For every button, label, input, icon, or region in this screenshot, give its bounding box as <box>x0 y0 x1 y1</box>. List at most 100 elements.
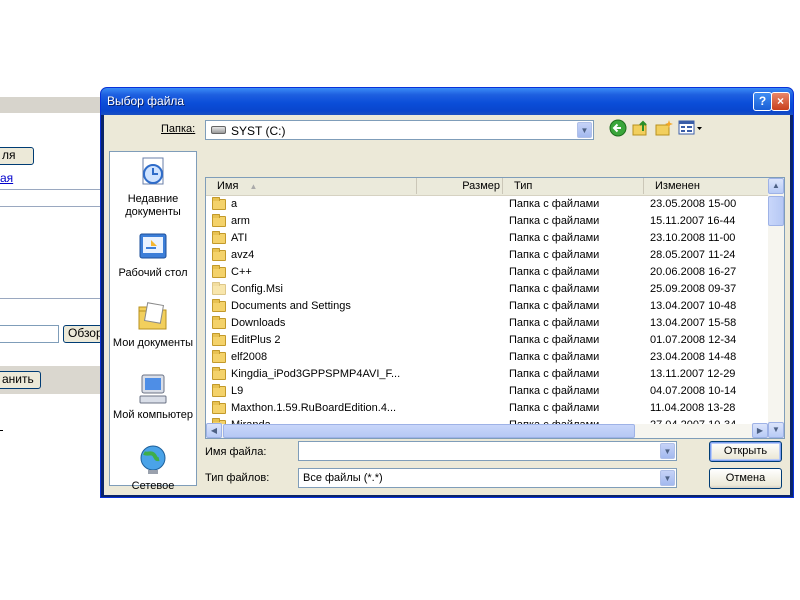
list-item[interactable]: elf2008 Папка с файлами 23.04.2008 14-48 <box>206 349 768 366</box>
scroll-right-icon[interactable]: ▶ <box>752 423 768 438</box>
dialog-title: Выбор файла <box>107 94 185 108</box>
column-header-modified[interactable]: Изменен <box>644 178 768 194</box>
place-my-computer[interactable]: Мой компьютер <box>110 372 196 422</box>
background-divider <box>0 206 101 207</box>
scroll-left-icon[interactable]: ◀ <box>206 423 222 438</box>
column-header-type[interactable]: Тип <box>503 178 644 194</box>
file-modified: 23.04.2008 14-48 <box>650 351 737 363</box>
up-folder-icon[interactable] <box>631 119 651 139</box>
close-button[interactable]: × <box>771 92 790 111</box>
folder-icon <box>212 265 226 278</box>
file-name: L9 <box>231 385 244 397</box>
file-name: elf2008 <box>231 351 268 363</box>
column-header-name-label: Имя <box>217 180 239 192</box>
file-name: Documents and Settings <box>231 300 351 312</box>
folder-combo[interactable]: SYST (C:) ▼ <box>205 120 594 140</box>
background-browse-button[interactable]: Обзор <box>63 325 103 343</box>
column-header-modified-label: Изменен <box>655 180 700 192</box>
filetype-label-text: Тип файлов: <box>205 472 270 484</box>
filename-label: Имя файла: <box>205 446 266 458</box>
file-type: Папка с файлами <box>509 402 600 414</box>
recent-documents-icon <box>136 156 170 190</box>
folder-icon <box>212 367 226 380</box>
scroll-up-icon[interactable]: ▲ <box>768 178 784 194</box>
chevron-down-icon[interactable]: ▼ <box>577 122 592 138</box>
place-label: Сетевое <box>131 480 175 492</box>
file-modified: 13.11.2007 12-29 <box>650 368 736 380</box>
background-button[interactable]: ля <box>0 147 34 165</box>
dialog-title-bar[interactable]: Выбор файла ? × <box>101 88 793 115</box>
file-modified: 25.09.2008 09-37 <box>650 283 737 295</box>
list-item[interactable]: C++ Папка с файлами 20.06.2008 16-27 <box>206 264 768 281</box>
back-icon[interactable] <box>608 119 628 139</box>
filename-combo[interactable]: ▼ <box>298 441 677 461</box>
list-item[interactable]: Kingdia_iPod3GPPSPMP4AVI_F... Папка с фай… <box>206 366 768 383</box>
file-name: Downloads <box>231 317 286 329</box>
list-item[interactable]: Documents and Settings Папка с файлами 13.… <box>206 298 768 315</box>
list-item[interactable]: Maxthon.1.59.RuBoardEdition.4... Папка с … <box>206 400 768 417</box>
file-type: Папка с файлами <box>509 351 600 363</box>
place-label: Мои документы <box>112 337 194 349</box>
current-folder: SYST (C:) <box>231 124 286 138</box>
file-name: arm <box>231 215 250 227</box>
chevron-down-icon[interactable]: ▼ <box>660 443 675 459</box>
view-menu-icon[interactable] <box>678 119 704 139</box>
place-recent[interactable]: Недавние документы <box>110 156 196 219</box>
file-type: Папка с файлами <box>509 334 600 346</box>
scroll-down-icon[interactable]: ▼ <box>768 422 784 438</box>
place-label: Мой компьютер <box>112 409 194 421</box>
file-modified: 23.10.2008 11-00 <box>650 232 736 244</box>
place-label: Рабочий стол <box>118 267 188 279</box>
background-link[interactable]: ая <box>0 171 13 185</box>
file-type: Папка с файлами <box>509 300 600 312</box>
column-header-type-label: Тип <box>514 180 533 192</box>
column-header-size[interactable]: Размер <box>417 178 503 194</box>
file-name: Maxthon.1.59.RuBoardEdition.4... <box>231 402 397 414</box>
horizontal-scroll-thumb[interactable] <box>223 424 635 438</box>
list-item[interactable]: Downloads Папка с файлами 13.04.2007 15-58 <box>206 315 768 332</box>
column-header-size-label: Размер <box>462 180 500 192</box>
file-type: Папка с файлами <box>509 232 600 244</box>
new-folder-icon[interactable] <box>654 119 674 139</box>
list-item[interactable]: Config.Msi Папка с файлами 25.09.2008 09-3… <box>206 281 768 298</box>
list-item[interactable]: arm Папка с файлами 15.11.2007 16-44 <box>206 213 768 230</box>
file-modified: 04.07.2008 10-14 <box>650 385 737 397</box>
file-name: EditPlus 2 <box>231 334 281 346</box>
file-modified: 13.04.2007 15-58 <box>650 317 737 329</box>
place-my-documents[interactable]: Мои документы <box>110 300 196 350</box>
list-header: Имя ▲ Размер Тип Изменен <box>206 178 768 196</box>
help-button[interactable]: ? <box>753 92 772 111</box>
chevron-down-icon[interactable]: ▼ <box>660 470 675 486</box>
list-item[interactable]: L9 Папка с файлами 04.07.2008 10-14 <box>206 383 768 400</box>
column-header-name[interactable]: Имя ▲ <box>206 178 417 194</box>
dialog-body: Папка: SYST (C:) ▼ Недавние документы Ра… <box>104 115 790 495</box>
file-modified: 15.11.2007 16-44 <box>650 215 736 227</box>
cancel-button[interactable]: Отмена <box>709 468 782 489</box>
vertical-scroll-thumb[interactable] <box>768 196 784 226</box>
file-list[interactable]: Имя ▲ Размер Тип Изменен a Папка с файлам… <box>205 177 785 439</box>
open-button-label: Открыть <box>723 445 768 457</box>
sort-ascending-icon: ▲ <box>249 182 258 191</box>
folder-icon <box>212 248 226 261</box>
my-documents-icon <box>136 300 170 334</box>
place-label: Недавние документы <box>125 193 181 218</box>
list-item[interactable]: a Папка с файлами 23.05.2008 15-00 <box>206 196 768 213</box>
vertical-scrollbar[interactable]: ▲ ▼ <box>768 178 784 438</box>
background-file-input[interactable] <box>0 325 59 343</box>
filetype-combo[interactable]: Все файлы (*.*) ▼ <box>298 468 677 488</box>
file-name: a <box>231 198 238 210</box>
background-divider <box>0 298 101 299</box>
place-desktop[interactable]: Рабочий стол <box>110 230 196 280</box>
list-item[interactable]: ATI Папка с файлами 23.10.2008 11-00 <box>206 230 768 247</box>
folder-icon <box>212 231 226 244</box>
list-item[interactable]: EditPlus 2 Папка с файлами 01.07.2008 12-3… <box>206 332 768 349</box>
open-button[interactable]: Открыть <box>709 441 782 462</box>
list-item[interactable]: avz4 Папка с файлами 28.05.2007 11-24 <box>206 247 768 264</box>
my-computer-icon <box>136 372 170 406</box>
file-modified: 11.04.2008 13-28 <box>650 402 736 414</box>
file-name: ATI <box>231 232 248 244</box>
horizontal-scrollbar[interactable]: ◀ ▶ <box>206 423 768 438</box>
background-save-button[interactable]: анить <box>0 371 41 389</box>
place-network[interactable]: Сетевое <box>110 443 196 493</box>
folder-icon <box>212 350 226 363</box>
